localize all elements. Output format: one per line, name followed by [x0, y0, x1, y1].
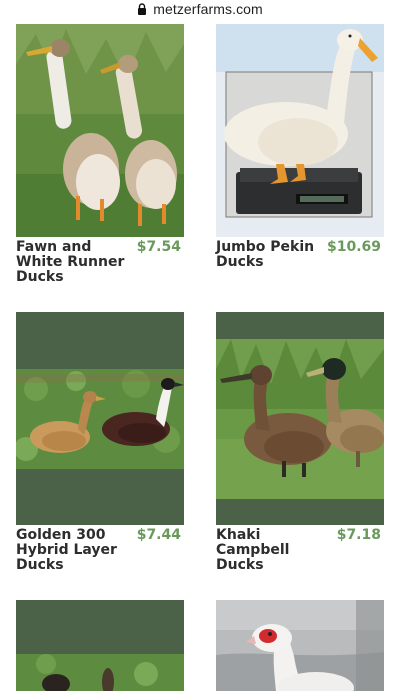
- image-band-top: [16, 312, 184, 369]
- product-card-5[interactable]: [16, 600, 184, 691]
- product-image-khaki-campbell[interactable]: [216, 339, 384, 499]
- image-band-top: [16, 600, 184, 654]
- product-image-fawn-runner[interactable]: [16, 24, 184, 237]
- product-price: $7.18: [336, 527, 381, 543]
- product-image-5[interactable]: [16, 654, 184, 691]
- product-price: $7.44: [136, 527, 181, 543]
- product-title[interactable]: Jumbo Pekin Ducks: [216, 240, 326, 270]
- product-card-khaki-campbell[interactable]: Khaki Campbell Ducks $7.18: [216, 312, 384, 582]
- product-title[interactable]: Golden 300 Hybrid Layer Ducks: [16, 528, 126, 573]
- image-band-bottom: [16, 469, 184, 525]
- url-bar[interactable]: metzerfarms.com: [0, 0, 400, 18]
- image-band-bottom: [216, 499, 384, 525]
- product-card-golden-300[interactable]: Golden 300 Hybrid Layer Ducks $7.44: [16, 312, 184, 582]
- product-image-jumbo-pekin[interactable]: [216, 24, 384, 237]
- product-card-fawn-runner[interactable]: Fawn and White Runner Ducks $7.54: [16, 24, 184, 285]
- product-price: $10.69: [326, 239, 381, 255]
- product-card-6[interactable]: [216, 600, 384, 691]
- product-title[interactable]: Khaki Campbell Ducks: [216, 528, 334, 573]
- product-price: $7.54: [136, 239, 181, 255]
- url-text: metzerfarms.com: [153, 1, 263, 17]
- product-image-6[interactable]: [216, 600, 384, 691]
- product-image-golden-300[interactable]: [16, 369, 184, 469]
- image-band-top: [216, 312, 384, 339]
- lock-icon: [138, 3, 147, 15]
- product-card-jumbo-pekin[interactable]: Jumbo Pekin Ducks $10.69: [216, 24, 384, 284]
- product-title[interactable]: Fawn and White Runner Ducks: [16, 240, 134, 285]
